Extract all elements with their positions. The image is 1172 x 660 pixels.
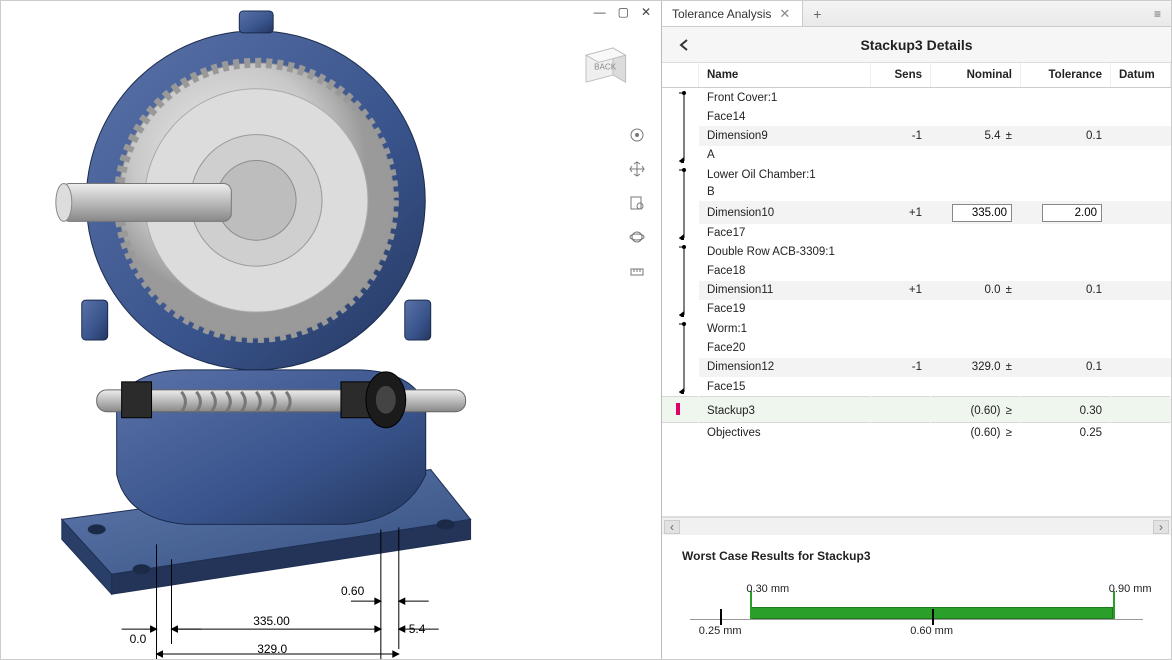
result-tick-label: 0.30 mm	[746, 583, 789, 595]
tolerance-input[interactable]	[1042, 204, 1102, 222]
results-title: Worst Case Results for Stackup3	[682, 549, 1151, 563]
nominal-input[interactable]	[952, 204, 1012, 222]
group-bracket-icon	[662, 242, 699, 319]
face-row: Face19	[662, 300, 1171, 319]
panel-header: Stackup3 Details	[662, 27, 1171, 63]
tab-close-icon[interactable]: ✕	[777, 6, 792, 22]
tab-label: Tolerance Analysis	[672, 7, 771, 21]
model-illustration: 0.60 5.4 0.0 335.00 329.0	[1, 1, 661, 659]
model-area[interactable]: 0.60 5.4 0.0 335.00 329.0	[1, 1, 661, 659]
group-head: Double Row ACB-3309:1	[662, 242, 1171, 261]
results-bar: 0.30 mm0.90 mm0.25 mm0.60 mm	[690, 579, 1143, 637]
dim-329: 329.0	[257, 642, 287, 656]
tab-tolerance-analysis[interactable]: Tolerance Analysis ✕	[662, 1, 803, 26]
stackup-table: Name Sens Nominal Tolerance Datum Front …	[662, 63, 1171, 441]
result-tick	[1113, 591, 1115, 619]
axis-tick	[932, 609, 934, 625]
col-datum: Datum	[1111, 63, 1171, 88]
face-row: Face17	[662, 224, 1171, 242]
summary-row: Objectives(0.60) ≥0.25	[662, 423, 1171, 442]
dimension-row[interactable]: Dimension9-15.4 ±0.1	[662, 126, 1171, 145]
table-header-row: Name Sens Nominal Tolerance Datum	[662, 63, 1171, 88]
dim-335: 335.00	[253, 614, 290, 628]
face-row: Face20	[662, 338, 1171, 357]
tab-add-button[interactable]: +	[803, 1, 831, 26]
group-head: Front Cover:1	[662, 88, 1171, 107]
group-bracket-icon	[662, 165, 699, 242]
axis-tick-label: 0.60 mm	[910, 625, 953, 637]
panel-tabs: Tolerance Analysis ✕ + ≡	[662, 1, 1171, 27]
dimension-row[interactable]: Dimension12-1329.0 ±0.1	[662, 358, 1171, 377]
result-tick	[750, 591, 752, 619]
col-nominal: Nominal	[931, 63, 1021, 88]
results-panel: Worst Case Results for Stackup3 0.30 mm 0…	[662, 535, 1171, 659]
app-root: — ▢ ✕ BACK	[0, 0, 1172, 660]
stackup-marker-icon	[662, 397, 699, 423]
dimension-row[interactable]: Dimension11+10.0 ±0.1	[662, 281, 1171, 300]
viewport[interactable]: — ▢ ✕ BACK	[1, 1, 661, 659]
scroll-left-icon[interactable]: ‹	[664, 520, 680, 534]
group-bracket-icon	[662, 88, 699, 166]
dimension-row[interactable]: Dimension10+1	[662, 201, 1171, 223]
face-row: B	[662, 183, 1171, 201]
group-head: Worm:1	[662, 319, 1171, 338]
panel-menu-icon[interactable]: ≡	[1144, 1, 1171, 26]
face-row: Face18	[662, 261, 1171, 280]
dim-0-60: 0.60	[341, 584, 365, 598]
panel: Tolerance Analysis ✕ + ≡ Stackup3 Detail…	[661, 1, 1171, 659]
group-bracket-icon	[662, 319, 699, 397]
spacer	[662, 423, 699, 442]
h-scrollbar[interactable]: ‹ ›	[662, 517, 1171, 535]
dim-0-0: 0.0	[130, 632, 147, 646]
axis-tick	[720, 609, 722, 625]
face-row: A	[662, 146, 1171, 165]
summary-row: Stackup3(0.60) ≥0.30	[662, 397, 1171, 423]
col-tolerance: Tolerance	[1021, 63, 1111, 88]
stackup-table-wrap[interactable]: Name Sens Nominal Tolerance Datum Front …	[662, 63, 1171, 517]
face-row: Face15	[662, 377, 1171, 396]
result-tick-label: 0.90 mm	[1109, 583, 1152, 595]
back-button[interactable]	[674, 35, 694, 55]
scroll-right-icon[interactable]: ›	[1153, 520, 1169, 534]
panel-title: Stackup3 Details	[860, 37, 972, 53]
group-head: Lower Oil Chamber:1	[662, 165, 1171, 183]
face-row: Face14	[662, 107, 1171, 126]
axis-tick-label: 0.25 mm	[699, 625, 742, 637]
col-name: Name	[699, 63, 871, 88]
results-axis	[690, 619, 1143, 620]
dim-5-4: 5.4	[409, 622, 426, 636]
col-sens: Sens	[871, 63, 931, 88]
